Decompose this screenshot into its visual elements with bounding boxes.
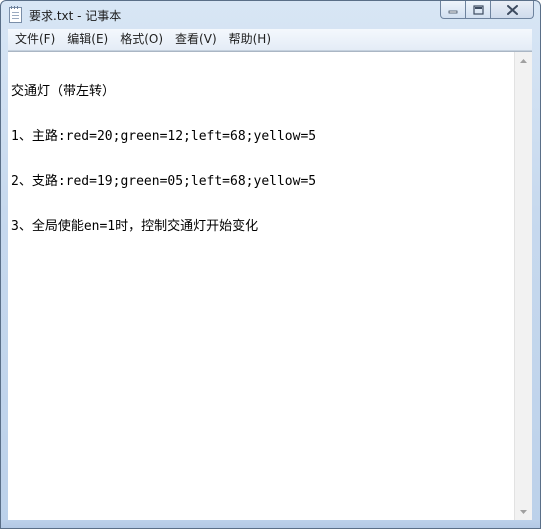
text-editor[interactable]: 交通灯（带左转） 1、主路:red=20;green=12;left=68;ye… [8,51,532,520]
vertical-scrollbar[interactable] [514,52,532,520]
menu-help[interactable]: 帮助(H) [224,29,276,50]
minimize-icon [448,10,458,13]
close-button[interactable] [490,1,534,19]
editor-text-area[interactable]: 交通灯（带左转） 1、主路:red=20;green=12;left=68;ye… [11,54,511,514]
scroll-up-button[interactable] [515,52,532,69]
arrow-down-icon [520,509,527,514]
close-icon [506,4,518,15]
maximize-button[interactable] [465,1,491,19]
menu-bar: 文件(F) 编辑(E) 格式(O) 查看(V) 帮助(H) [8,29,532,51]
minimize-button[interactable] [440,1,466,19]
text-line: 交通灯（带左转） [11,84,116,99]
text-line: 3、全局使能en=1时，控制交通灯开始变化 [11,219,259,234]
arrow-up-icon [520,58,527,63]
text-line: 1、主路:red=20;green=12;left=68;yellow=5 [11,129,317,144]
title-bar[interactable]: 要求.txt - 记事本 [1,1,540,29]
maximize-icon [472,4,484,15]
window-title: 要求.txt - 记事本 [29,9,122,23]
scroll-down-button[interactable] [515,503,532,520]
menu-format[interactable]: 格式(O) [115,29,168,50]
notepad-window: 要求.txt - 记事本 文件(F) 编辑(E) 格式(O) 查看(V) 帮助(… [0,0,541,529]
caption-buttons [440,1,534,21]
menu-edit[interactable]: 编辑(E) [62,29,113,50]
menu-view[interactable]: 查看(V) [170,29,222,50]
window-bottom-frame [1,520,540,528]
notepad-icon[interactable] [9,6,22,23]
text-line: 2、支路:red=19;green=05;left=68;yellow=5 [11,174,317,189]
menu-file[interactable]: 文件(F) [10,29,60,50]
